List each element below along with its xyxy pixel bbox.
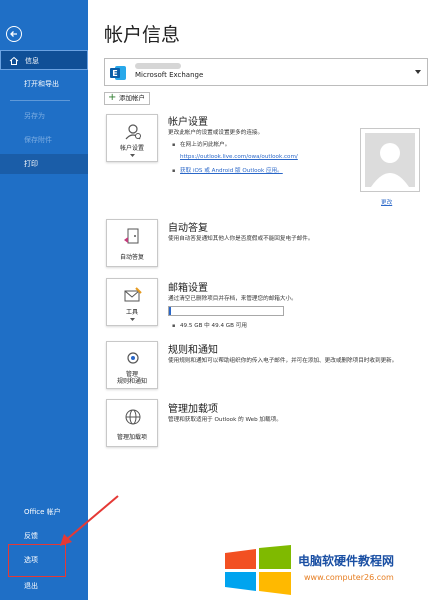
chevron-down-icon xyxy=(130,154,135,157)
nav-open-export-label: 打开和导出 xyxy=(24,80,59,88)
nav-open-export[interactable]: 打开和导出 xyxy=(0,74,88,94)
backstage-sidebar: 信息 打开和导出 另存为 保存附件 打印 Office 帐户 反馈 选项 退出 xyxy=(0,0,88,600)
nav-save-as[interactable]: 另存为 xyxy=(0,106,88,126)
rules-title: 规则和通知 xyxy=(168,345,218,356)
auto-reply-button[interactable]: 自动答复 xyxy=(106,219,158,267)
owa-link[interactable]: https://outlook.live.com/owa/outlook.com… xyxy=(180,153,298,161)
watermark-text: 电脑软硬件教程网 xyxy=(298,554,395,568)
nav-feedback[interactable]: 反馈 xyxy=(0,526,88,546)
globe-icon xyxy=(125,409,141,425)
account-settings-button-label: 帐户设置 xyxy=(119,145,144,152)
manage-addins-button[interactable]: 管理加载项 xyxy=(106,399,158,447)
nav-save-as-label: 另存为 xyxy=(24,112,45,120)
tools-button[interactable]: 工具 xyxy=(106,278,158,326)
account-settings-title: 帐户设置 xyxy=(168,117,208,128)
exchange-icon: E xyxy=(110,66,126,80)
chevron-down-icon xyxy=(130,318,135,321)
main-panel: 帐户信息 E Microsoft Exchange + 添加帐户 帐户设置 帐户… xyxy=(88,0,447,600)
auto-reply-desc: 使用自动答复通知其他人你是否度假或不能回复电子邮件。 xyxy=(168,236,314,242)
mailbox-usage-fill xyxy=(169,307,172,315)
nav-office-account[interactable]: Office 帐户 xyxy=(0,502,88,522)
profile-photo xyxy=(360,128,420,192)
mobile-app-link[interactable]: 获取 iOS 或 Android 版 Outlook 应用。 xyxy=(172,167,283,175)
nav-print-label: 打印 xyxy=(24,160,38,168)
addins-desc: 管理和获取适用于 Outlook 的 Web 加载项。 xyxy=(168,417,282,423)
mailbox-usage-text: 49.5 GB 中 49.4 GB 可用 xyxy=(172,322,247,330)
mailbox-tools-icon xyxy=(124,287,142,302)
mailbox-title: 邮箱设置 xyxy=(168,283,208,294)
auto-reply-icon xyxy=(124,228,139,244)
back-arrow-icon[interactable] xyxy=(6,26,22,42)
rules-icon xyxy=(127,352,139,364)
sidebar-divider xyxy=(10,100,70,101)
auto-reply-title: 自动答复 xyxy=(168,223,208,234)
nav-info[interactable]: 信息 xyxy=(0,50,88,70)
nav-save-attachments[interactable]: 保存附件 xyxy=(0,130,88,150)
avatar-silhouette-icon xyxy=(371,143,409,187)
account-type-label: Microsoft Exchange xyxy=(135,71,204,79)
addins-title: 管理加载项 xyxy=(168,404,218,415)
mailbox-usage-bar xyxy=(168,306,284,316)
account-selector[interactable]: E Microsoft Exchange xyxy=(104,58,428,86)
manage-addins-button-label: 管理加载项 xyxy=(116,434,147,441)
plus-icon: + xyxy=(108,92,117,103)
chevron-down-icon xyxy=(415,70,421,74)
account-email-blur xyxy=(135,63,181,69)
manage-rules-button-line1: 管理 xyxy=(125,371,138,378)
watermark-url: www.computer26.com xyxy=(304,573,394,582)
manage-rules-button[interactable]: 管理 规则和通知 xyxy=(106,341,158,389)
nav-feedback-label: 反馈 xyxy=(24,532,38,540)
windows-logo-watermark xyxy=(225,545,291,595)
add-account-button[interactable]: + 添加帐户 xyxy=(104,92,150,105)
nav-info-label: 信息 xyxy=(25,57,39,65)
nav-exit[interactable]: 退出 xyxy=(0,576,88,596)
manage-rules-button-line2: 规则和通知 xyxy=(116,378,147,385)
change-photo-link[interactable]: 更改 xyxy=(381,198,392,206)
web-access-text: 在网上访问此帐户。 xyxy=(172,141,230,149)
auto-reply-button-label: 自动答复 xyxy=(119,254,144,261)
nav-exit-label: 退出 xyxy=(24,582,38,590)
mailbox-desc: 通过清空已删除项目并存档，来管理您的邮箱大小。 xyxy=(168,296,297,302)
account-settings-button[interactable]: 帐户设置 xyxy=(106,114,158,162)
svg-text:E: E xyxy=(112,69,117,78)
home-icon xyxy=(9,56,19,65)
nav-save-attachments-label: 保存附件 xyxy=(24,136,52,144)
nav-print[interactable]: 打印 xyxy=(0,154,88,174)
account-settings-desc: 更改此帐户的设置或设置更多的连接。 xyxy=(168,130,264,136)
options-highlight-box xyxy=(8,544,66,577)
add-account-label: 添加帐户 xyxy=(119,94,145,102)
page-title: 帐户信息 xyxy=(104,24,181,46)
rules-desc: 使用规则和通知可以帮助组织你的传入电子邮件，并可在添加、更改或删除项目时收到更新… xyxy=(168,358,398,364)
nav-office-account-label: Office 帐户 xyxy=(24,508,61,516)
tools-button-label: 工具 xyxy=(125,309,138,316)
account-settings-icon xyxy=(125,124,141,140)
